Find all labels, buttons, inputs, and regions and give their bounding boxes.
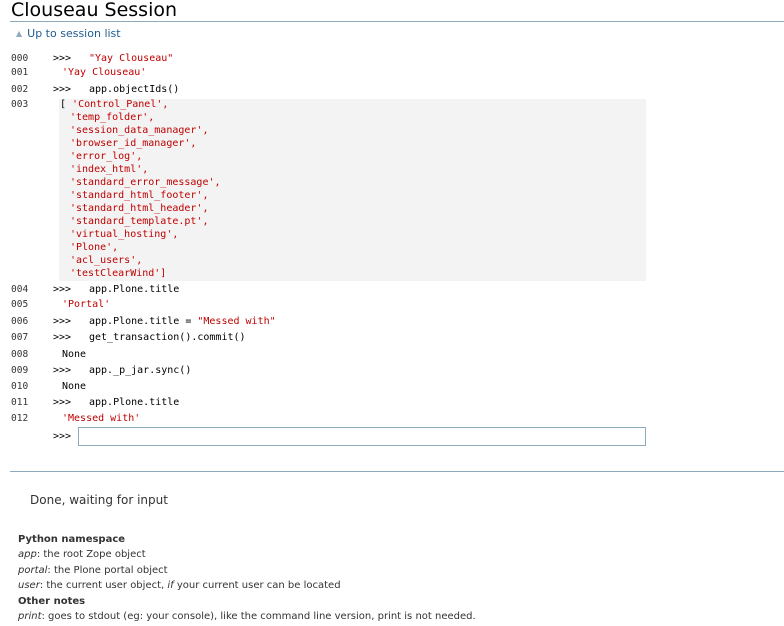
console-row: 006 >>> app.Plone.title = "Messed with" (0, 315, 784, 329)
line-number: 006 (11, 316, 29, 327)
list-item-text: 'standard_html_footer', (70, 190, 209, 201)
input-code: app._p_jar.sync() (89, 364, 191, 378)
output-text: None (62, 349, 87, 360)
list-item: 'virtual_hosting', (70, 228, 178, 241)
console-row: 007 >>> get_transaction().commit() (0, 331, 784, 345)
input-prompt: >>> (53, 316, 72, 327)
list-item-text: 'standard_html_header', (70, 203, 209, 214)
list-item: 'standard_html_header', (70, 202, 208, 215)
list-item: 'error_log', (70, 150, 142, 163)
code-text: get_transaction().commit() (89, 332, 246, 343)
console-row: 004 >>> app.Plone.title (0, 283, 784, 297)
code-text: app.Plone.title = (89, 316, 198, 327)
list-item: 'index_html', (70, 163, 148, 176)
up-to-session-list-link[interactable]: ▲ Up to session list (16, 27, 121, 40)
console-row: 012 'Messed with' (0, 412, 784, 426)
line-number: 011 (11, 397, 29, 408)
list-item: 'standard_error_message', (70, 176, 221, 189)
command-input[interactable] (78, 427, 646, 446)
help-user: user: the current user object, if your c… (18, 580, 341, 591)
console-input-row: >>> (0, 427, 784, 447)
list-item: 'acl_users', (70, 254, 142, 267)
list-item-text: 'browser_id_manager', (70, 138, 197, 149)
list-item-text: 'testClearWind'] (70, 268, 167, 279)
help-panel: Python namespace app: the root Zope obje… (18, 532, 476, 624)
input-prompt: >>> (53, 332, 72, 343)
code-string: "Messed with" (197, 316, 276, 327)
list-item: 'Plone', (70, 241, 118, 254)
up-arrow-icon: ▲ (16, 29, 23, 38)
line-number: 010 (11, 381, 29, 392)
list-item: 'temp_folder', (70, 111, 154, 124)
input-code: app.objectIds() (89, 83, 179, 97)
help-print: print: goes to stdout (eg: your console)… (18, 610, 476, 622)
list-item-text: 'Plone', (70, 242, 119, 253)
code-text: app.Plone.title (89, 397, 180, 408)
line-number: 000 (11, 53, 29, 64)
line-number: 012 (11, 413, 29, 424)
code-text: app.Plone.title (89, 284, 180, 295)
console-row: 000 >>> "Yay Clouseau" (0, 52, 784, 66)
list-item-text: 'error_log', (70, 151, 143, 162)
title-divider (10, 21, 784, 22)
input-prompt: >>> (53, 284, 72, 295)
console-divider (10, 471, 784, 472)
console-row: 003 (0, 98, 784, 112)
help-app: app: the root Zope object (18, 549, 146, 560)
line-number: 007 (11, 332, 29, 343)
input-code: "Yay Clouseau" (89, 52, 173, 66)
console-row: 005 'Portal' (0, 298, 784, 312)
list-item: 'browser_id_manager', (70, 137, 196, 150)
list-item: 'session_data_manager', (70, 124, 208, 137)
console-row: 002 >>> app.objectIds() (0, 83, 784, 97)
line-number: 002 (11, 84, 29, 95)
list-item-text: 'acl_users', (70, 255, 143, 266)
line-number: 008 (11, 349, 29, 360)
output-text: 'Yay Clouseau' (62, 67, 147, 78)
list-item-bg (59, 242, 646, 255)
python-namespace-heading: Python namespace (18, 534, 126, 545)
input-prompt: >>> (53, 397, 72, 408)
list-item: 'standard_html_footer', (70, 189, 208, 202)
list-item-text: 'standard_error_message', (70, 177, 221, 188)
output-text: None (62, 381, 87, 392)
console-row: 001 'Yay Clouseau' (0, 66, 784, 80)
other-notes-heading: Other notes (18, 595, 86, 607)
input-code: app.Plone.title (89, 283, 179, 297)
line-number: 003 (11, 99, 29, 110)
line-number: 001 (11, 67, 29, 78)
code-text: app.objectIds() (89, 84, 180, 95)
list-item-text: 'index_html', (70, 164, 149, 175)
help-portal: portal: the Plone portal object (18, 564, 168, 576)
console-row: 011 >>> app.Plone.title (0, 396, 784, 410)
list-item-text: 'session_data_manager', (70, 125, 209, 136)
status-text: Done, waiting for input (30, 493, 168, 507)
list-item: 'standard_template.pt', (70, 215, 208, 228)
input-code: get_transaction().commit() (89, 331, 246, 345)
line-number: 004 (11, 284, 29, 295)
console-row: 008 None (0, 348, 784, 362)
code-string: "Yay Clouseau" (89, 53, 174, 64)
input-prompt: >>> (53, 431, 72, 442)
input-prompt: >>> (53, 84, 72, 95)
output-text: 'Portal' (62, 299, 111, 310)
input-code: app.Plone.title = "Messed with" (89, 315, 276, 329)
line-number: 009 (11, 365, 29, 376)
code-text: app._p_jar.sync() (89, 365, 192, 376)
input-code: app.Plone.title (89, 396, 179, 410)
line-number: 005 (11, 299, 29, 310)
console-row: 009 >>> app._p_jar.sync() (0, 364, 784, 378)
input-prompt: >>> (53, 53, 72, 64)
list-item: 'testClearWind'] (70, 267, 166, 280)
list-item-text: 'temp_folder', (70, 112, 155, 123)
up-link-label: Up to session list (27, 27, 121, 40)
page-title: Clouseau Session (11, 0, 178, 21)
input-prompt: >>> (53, 365, 72, 376)
list-item-text: 'virtual_hosting', (70, 229, 179, 240)
output-text: 'Messed with' (62, 413, 141, 424)
list-item-text: 'standard_template.pt', (70, 216, 209, 227)
console-row: 010 None (0, 380, 784, 394)
